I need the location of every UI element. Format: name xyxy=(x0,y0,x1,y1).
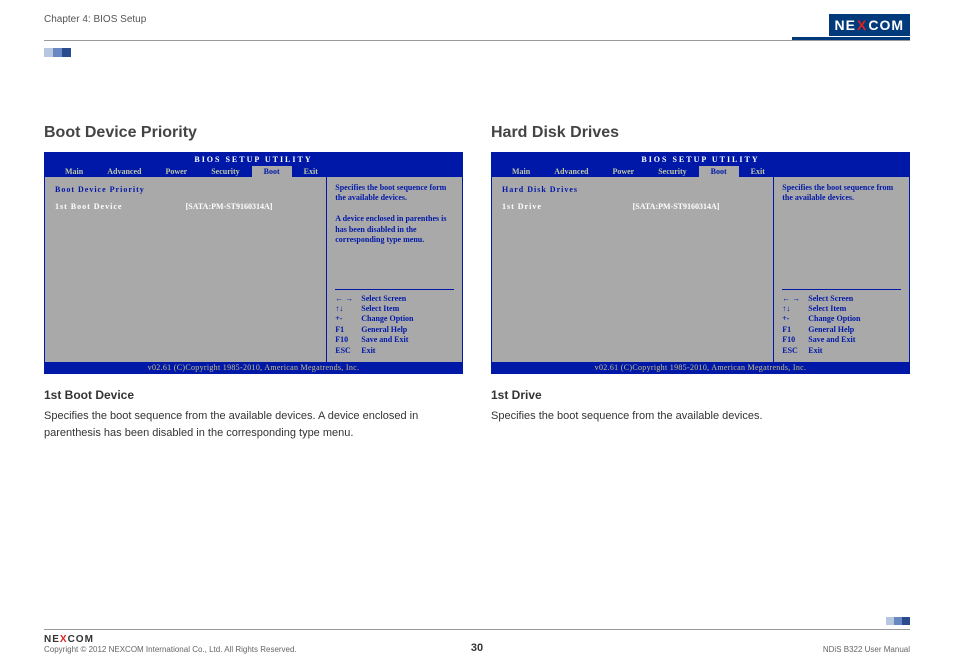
bios-menu-item-advanced[interactable]: Advanced xyxy=(542,166,600,177)
bios-option-row[interactable]: 1st Drive [SATA:PM-ST9160314A] xyxy=(502,202,763,211)
chapter-label: Chapter 4: BIOS Setup xyxy=(44,14,146,25)
subheading-left: 1st Boot Device xyxy=(44,388,463,402)
bios-subheading: Boot Device Priority xyxy=(55,185,316,194)
subheading-right: 1st Drive xyxy=(491,388,910,402)
bios-menu: MainAdvancedPowerSecurityBootExit xyxy=(45,166,462,177)
bios-key-row: +-Change Option xyxy=(782,314,901,324)
left-column: Boot Device Priority BIOS SETUP UTILITY … xyxy=(44,124,463,441)
brand-logo: NE X COM xyxy=(792,14,910,40)
bios-title: BIOS SETUP UTILITY xyxy=(492,153,909,166)
bios-key-row: ← →Select Screen xyxy=(335,294,454,304)
bios-menu-item-power[interactable]: Power xyxy=(600,166,646,177)
logo-part-right: COM xyxy=(868,17,904,33)
bios-screenshot-right: BIOS SETUP UTILITY MainAdvancedPowerSecu… xyxy=(491,152,910,374)
bios-menu-item-boot[interactable]: Boot xyxy=(252,166,292,177)
page-footer: NEXCOM Copyright © 2012 NEXCOM Internati… xyxy=(44,629,910,654)
bios-menu-item-security[interactable]: Security xyxy=(199,166,251,177)
bios-main-panel: Boot Device Priority 1st Boot Device [SA… xyxy=(45,177,327,362)
page-number: 30 xyxy=(44,642,910,654)
bios-key-row: F10Save and Exit xyxy=(335,335,454,345)
bios-key-row: ESCExit xyxy=(335,346,454,356)
bios-side-panel: Specifies the boot sequence form the ava… xyxy=(327,177,462,362)
bios-option-value: [SATA:PM-ST9160314A] xyxy=(186,202,317,211)
bios-footer: v02.61 (C)Copyright 1985-2010, American … xyxy=(45,362,462,373)
bios-main-panel: Hard Disk Drives 1st Drive [SATA:PM-ST91… xyxy=(492,177,774,362)
bios-menu-item-exit[interactable]: Exit xyxy=(292,166,330,177)
bios-menu-item-main[interactable]: Main xyxy=(53,166,95,177)
bios-title: BIOS SETUP UTILITY xyxy=(45,153,462,166)
bios-option-label: 1st Boot Device xyxy=(55,202,186,211)
bios-hint-text: Specifies the boot sequence form the ava… xyxy=(335,183,454,245)
bios-key-row: F10Save and Exit xyxy=(782,335,901,345)
bios-key-legend: ← →Select Screen↑↓Select Item+-Change Op… xyxy=(335,289,454,356)
bios-screenshot-left: BIOS SETUP UTILITY MainAdvancedPowerSecu… xyxy=(44,152,463,374)
bios-menu-item-main[interactable]: Main xyxy=(500,166,542,177)
bios-menu: MainAdvancedPowerSecurityBootExit xyxy=(492,166,909,177)
bios-key-row: F1General Help xyxy=(782,325,901,335)
bios-option-row[interactable]: 1st Boot Device [SATA:PM-ST9160314A] xyxy=(55,202,316,211)
decorative-squares xyxy=(44,48,71,57)
bios-menu-item-advanced[interactable]: Advanced xyxy=(95,166,153,177)
body-text-right: Specifies the boot sequence from the ava… xyxy=(491,408,910,425)
section-heading-left: Boot Device Priority xyxy=(44,124,463,142)
logo-x-icon: X xyxy=(857,17,867,33)
bios-side-panel: Specifies the boot sequence from the ava… xyxy=(774,177,909,362)
bios-footer: v02.61 (C)Copyright 1985-2010, American … xyxy=(492,362,909,373)
bios-key-row: F1General Help xyxy=(335,325,454,335)
bios-option-value: [SATA:PM-ST9160314A] xyxy=(633,202,764,211)
right-column: Hard Disk Drives BIOS SETUP UTILITY Main… xyxy=(491,124,910,441)
bios-key-row: ↑↓Select Item xyxy=(782,304,901,314)
logo-part-left: NE xyxy=(835,17,856,33)
bios-key-row: ← →Select Screen xyxy=(782,294,901,304)
bios-menu-item-exit[interactable]: Exit xyxy=(739,166,777,177)
footer-decorative-squares xyxy=(886,617,910,625)
bios-menu-item-boot[interactable]: Boot xyxy=(699,166,739,177)
bios-menu-item-security[interactable]: Security xyxy=(646,166,698,177)
header-divider xyxy=(44,40,910,41)
bios-menu-item-power[interactable]: Power xyxy=(153,166,199,177)
section-heading-right: Hard Disk Drives xyxy=(491,124,910,142)
bios-key-row: ESCExit xyxy=(782,346,901,356)
bios-key-row: ↑↓Select Item xyxy=(335,304,454,314)
bios-subheading: Hard Disk Drives xyxy=(502,185,763,194)
bios-hint-text: Specifies the boot sequence from the ava… xyxy=(782,183,901,204)
bios-key-legend: ← →Select Screen↑↓Select Item+-Change Op… xyxy=(782,289,901,356)
body-text-left: Specifies the boot sequence from the ava… xyxy=(44,408,463,441)
bios-key-row: +-Change Option xyxy=(335,314,454,324)
bios-option-label: 1st Drive xyxy=(502,202,633,211)
